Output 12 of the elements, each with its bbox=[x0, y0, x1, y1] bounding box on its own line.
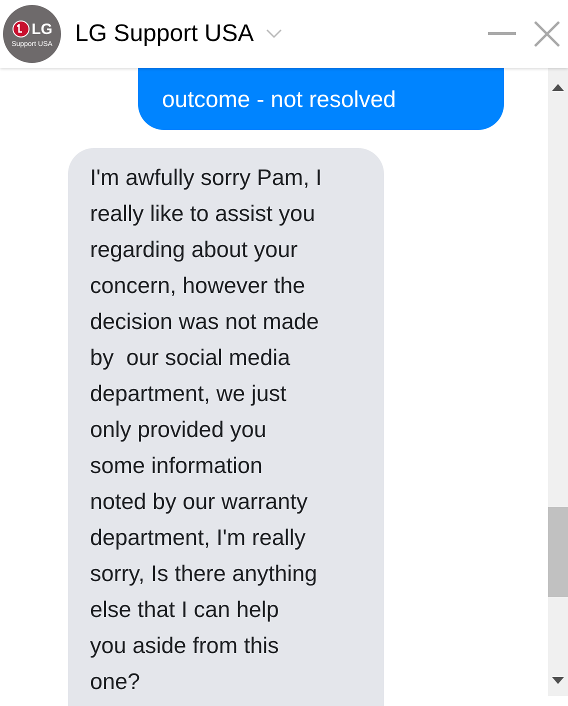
scrollbar-thumb[interactable] bbox=[548, 507, 568, 597]
chevron-down-icon[interactable] bbox=[266, 29, 282, 39]
scroll-down-icon[interactable] bbox=[552, 677, 564, 684]
received-message: I'm awfully sorry Pam, I really like to assist you regarding about your concern, however the decision was not made by our social media department, we just only provided you some information noted by our warranty department, I'm really sorry, Is there anything else that I can help you aside from this one? bbox=[68, 148, 384, 706]
chat-title: LG Support USA bbox=[75, 19, 254, 49]
minimize-icon[interactable] bbox=[488, 32, 516, 36]
logo-text: LG bbox=[32, 22, 52, 36]
scrollbar[interactable] bbox=[548, 68, 568, 696]
close-icon[interactable] bbox=[534, 21, 560, 47]
sent-message: outcome - not resolved bbox=[138, 68, 504, 130]
logo-icon bbox=[12, 20, 30, 38]
scroll-up-icon[interactable] bbox=[552, 84, 564, 91]
